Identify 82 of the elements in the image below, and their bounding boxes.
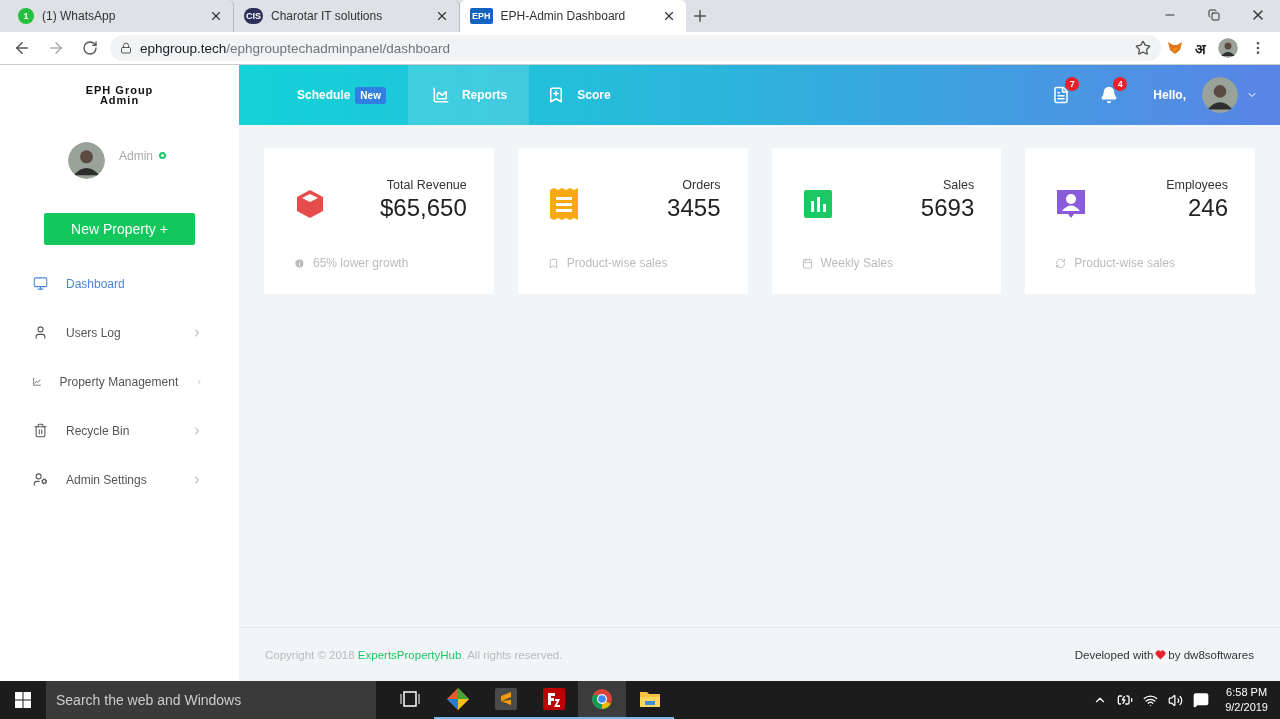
stat-value: 246 bbox=[1187, 194, 1228, 222]
taskbar-search-field[interactable]: Search the web and Windows bbox=[46, 681, 376, 719]
cube-icon bbox=[294, 188, 326, 220]
reload-icon bbox=[82, 40, 98, 56]
lock-icon bbox=[120, 42, 132, 54]
info-icon bbox=[294, 257, 305, 269]
tab-favicon: 1 bbox=[18, 8, 34, 24]
task-view-icon bbox=[400, 691, 420, 707]
stat-title: Employees bbox=[1166, 178, 1228, 192]
heart-icon bbox=[1155, 649, 1167, 660]
stat-title: Orders bbox=[682, 178, 721, 192]
user-badge-icon bbox=[1055, 188, 1088, 220]
sidebar-item[interactable]: Dashboard bbox=[0, 259, 239, 308]
url-text: ephgroup.tech/ephgrouptechadminpanel/dashboard bbox=[140, 40, 450, 56]
notifications-button[interactable]: 4 bbox=[1091, 77, 1128, 113]
count-badge: 4 bbox=[1113, 77, 1128, 91]
trash-icon bbox=[33, 423, 48, 438]
calendar-icon bbox=[801, 257, 813, 269]
refresh-icon bbox=[1055, 257, 1067, 269]
stat-title: Sales bbox=[942, 178, 975, 192]
bar-chart-icon bbox=[801, 188, 834, 220]
document-icon bbox=[1052, 86, 1071, 104]
user-icon bbox=[33, 325, 48, 340]
tab-title: (1) WhatsApp bbox=[42, 9, 117, 23]
sidebar-item[interactable]: Property Management bbox=[0, 357, 239, 406]
area-chart-icon bbox=[431, 86, 450, 104]
receipt-icon bbox=[547, 188, 580, 220]
plus-icon bbox=[691, 7, 709, 25]
count-badge: 7 bbox=[1065, 77, 1080, 91]
user-avatar bbox=[1202, 77, 1238, 113]
stat-value: 5693 bbox=[920, 194, 975, 222]
stat-value: 3455 bbox=[667, 194, 721, 222]
brand-logo: EPH Group Admin bbox=[84, 83, 155, 108]
battery-icon[interactable] bbox=[1117, 692, 1134, 708]
sidebar-item[interactable]: Users Log bbox=[0, 308, 239, 357]
stat-footer-text: Product-wise sales bbox=[566, 256, 668, 270]
developed-with-text: Developed with bbox=[1074, 648, 1154, 661]
new-badge: New bbox=[355, 86, 386, 104]
windows-logo-icon bbox=[15, 692, 31, 708]
sidebar-item[interactable]: Recycle Bin bbox=[0, 406, 239, 455]
user-gear-icon bbox=[33, 472, 48, 487]
address-bar[interactable]: ephgroup.tech/ephgrouptechadminpanel/dashboard bbox=[110, 35, 1161, 61]
restore-icon bbox=[1208, 9, 1220, 21]
extension-label[interactable]: अ bbox=[1189, 38, 1212, 58]
header-nav-item[interactable]: Schedule New bbox=[279, 65, 408, 125]
notification-center-icon[interactable] bbox=[1193, 692, 1210, 708]
volume-icon[interactable] bbox=[1168, 692, 1184, 708]
bookmark-icon bbox=[547, 257, 559, 269]
stat-footer-text: Weekly Sales bbox=[820, 256, 893, 270]
fox-extension-icon[interactable] bbox=[1167, 40, 1183, 56]
stat-footer-text: 65% lower growth bbox=[313, 256, 409, 270]
taskbar-app-button[interactable] bbox=[578, 681, 626, 719]
sublime-app-icon bbox=[495, 688, 517, 710]
bell-icon bbox=[1100, 86, 1119, 104]
close-icon[interactable] bbox=[435, 9, 449, 23]
forward-arrow-icon bbox=[47, 39, 65, 57]
user-avatar bbox=[68, 142, 105, 179]
close-icon[interactable] bbox=[662, 9, 676, 23]
user-name: Admin bbox=[119, 149, 153, 163]
tab-favicon: EPH bbox=[470, 8, 493, 24]
tab-title: EPH-Admin Dashboard bbox=[500, 9, 627, 23]
stat-title: Total Revenue bbox=[386, 178, 467, 192]
filezilla-app-icon bbox=[543, 688, 565, 710]
browser-tab[interactable]: EPH EPH-Admin Dashboard bbox=[460, 0, 686, 32]
copyright-text: Copyright © 2018 ExpertsPropertyHub. All rights reserved. bbox=[265, 648, 563, 661]
star-icon[interactable] bbox=[1135, 40, 1151, 56]
chrome-app-icon bbox=[591, 688, 613, 710]
stat-value: $65,650 bbox=[380, 194, 467, 222]
developer-credit: by dw8softwares bbox=[1168, 648, 1254, 661]
tab-title: Charotar IT solutions bbox=[271, 9, 384, 23]
diamond-app-icon bbox=[446, 687, 470, 711]
tab-favicon: CIS bbox=[244, 8, 263, 24]
profile-avatar bbox=[1218, 38, 1238, 58]
taskbar-clock[interactable]: 6:58 PM 9/2/2019 bbox=[1225, 685, 1268, 715]
sidebar-item[interactable]: Admin Settings bbox=[0, 455, 239, 504]
messages-button[interactable]: 7 bbox=[1043, 77, 1080, 113]
stat-footer-text: Product-wise sales bbox=[1074, 256, 1175, 270]
wifi-icon[interactable] bbox=[1143, 692, 1159, 708]
monitor-icon bbox=[33, 276, 48, 291]
folder-app-icon bbox=[639, 689, 661, 709]
greeting: Hello, bbox=[1153, 88, 1186, 102]
close-icon[interactable] bbox=[209, 9, 223, 23]
